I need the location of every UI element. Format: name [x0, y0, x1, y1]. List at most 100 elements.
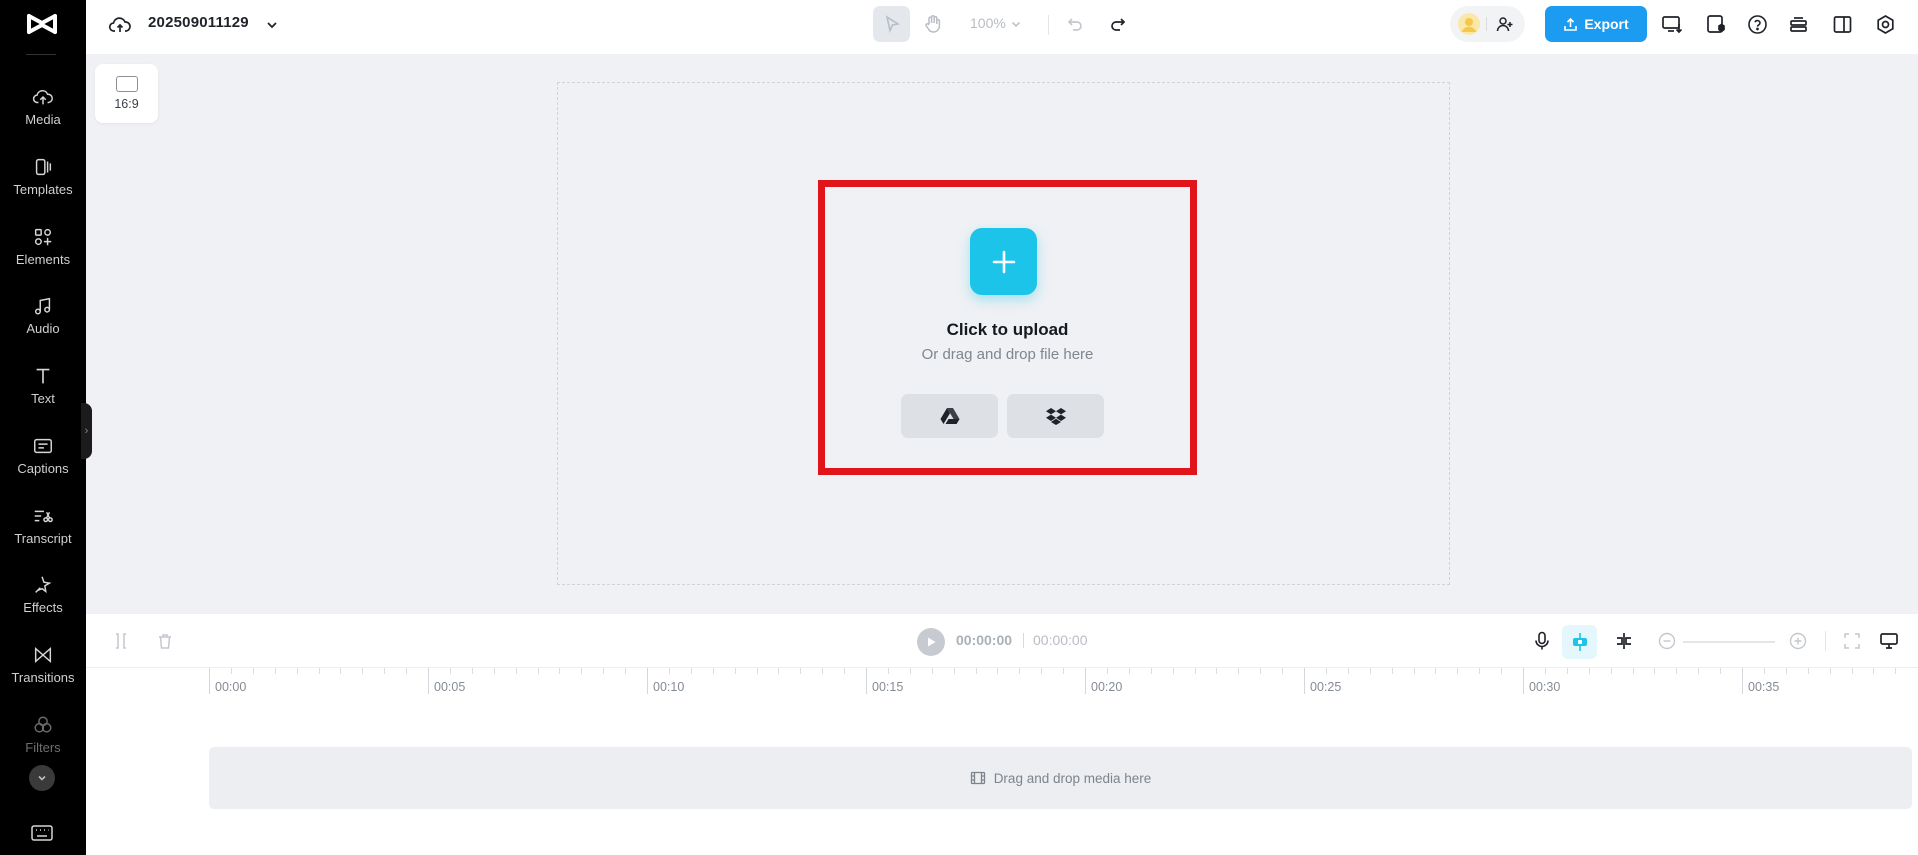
split-screen-button[interactable]: [1612, 629, 1636, 653]
ruler-minor-tick: [1633, 668, 1634, 674]
more-tools-button[interactable]: [29, 765, 55, 791]
sidebar-divider: [26, 54, 56, 55]
cloud-upload-icon: [32, 89, 53, 105]
undo-button[interactable]: [1062, 11, 1088, 37]
sidebar-item-label: Captions: [17, 461, 69, 476]
ruler-minor-tick: [1392, 668, 1393, 674]
aspect-ratio-button[interactable]: 16:9: [95, 64, 158, 123]
select-tool-button[interactable]: [873, 6, 910, 42]
ruler-minor-tick: [1282, 668, 1283, 674]
ruler-minor-tick: [735, 668, 736, 674]
project-name[interactable]: 202509011129: [148, 14, 249, 31]
sidebar-item-transcript[interactable]: Transcript: [0, 505, 86, 565]
sidebar-item-elements[interactable]: Elements: [0, 226, 86, 286]
ruler-minor-tick: [603, 668, 604, 674]
dropbox-button[interactable]: [1007, 394, 1104, 438]
sidebar-item-captions[interactable]: Captions: [0, 435, 86, 495]
help-button[interactable]: [1744, 11, 1770, 37]
hand-tool-button[interactable]: [918, 9, 948, 39]
timeline-zoom-slider[interactable]: [1683, 641, 1775, 643]
ruler-label: 00:05: [434, 680, 466, 694]
ruler-minor-tick: [1808, 668, 1809, 674]
ruler-minor-tick: [581, 668, 582, 674]
delete-button[interactable]: [154, 630, 176, 652]
shield-check-icon: [1707, 15, 1725, 33]
dropbox-icon: [1045, 408, 1066, 425]
ruler-minor-tick: [1654, 668, 1655, 674]
magnet-snap-icon: [1572, 633, 1587, 651]
sidebar-item-audio[interactable]: Audio: [0, 295, 86, 355]
zoom-level[interactable]: 100%: [970, 15, 1006, 31]
collaborators-pill[interactable]: [1450, 6, 1525, 42]
auto-snap-button[interactable]: [1562, 625, 1597, 659]
ruler-minor-tick: [1107, 668, 1108, 674]
ruler-minor-tick: [362, 668, 363, 674]
export-label: Export: [1584, 16, 1629, 32]
ruler-minor-tick: [559, 668, 560, 674]
ruler-minor-tick: [932, 668, 933, 674]
ruler-minor-tick: [1611, 668, 1612, 674]
ruler-minor-tick: [1129, 668, 1130, 674]
music-note-icon: [34, 297, 51, 315]
sidebar-item-effects[interactable]: Effects: [0, 574, 86, 634]
redo-button[interactable]: [1105, 11, 1131, 37]
brand-kit-button[interactable]: [1703, 11, 1729, 37]
upload-button[interactable]: [970, 228, 1037, 295]
upload-title[interactable]: Click to upload: [818, 320, 1197, 340]
sidebar-item-media[interactable]: Media: [0, 86, 86, 146]
cloud-sync-icon: [108, 17, 131, 32]
keyboard-shortcuts-icon[interactable]: [29, 822, 55, 844]
record-voice-button[interactable]: [1530, 629, 1554, 653]
panel-toggle-button[interactable]: [1829, 11, 1855, 37]
cloud-sync-button[interactable]: [108, 13, 132, 37]
export-button[interactable]: Export: [1545, 6, 1647, 42]
ruler-minor-tick: [625, 668, 626, 674]
transcript-icon: [34, 510, 53, 523]
ruler-minor-tick: [450, 668, 451, 674]
settings-button[interactable]: [1872, 11, 1898, 37]
sidebar-item-label: Text: [31, 391, 55, 406]
ruler-minor-tick: [1786, 668, 1787, 674]
timeline-display-button[interactable]: [1878, 630, 1900, 652]
sidebar-collapse-handle[interactable]: ›: [81, 403, 92, 459]
timeline-ruler[interactable]: 00:00 00:05 00:10 00:15 00:20 00:25 00:30 00:35: [86, 668, 1918, 698]
ruler-minor-tick: [669, 668, 670, 674]
gear-icon: [1876, 14, 1894, 34]
capcut-logo-icon[interactable]: [26, 10, 58, 38]
zoom-out-button[interactable]: [1657, 631, 1677, 651]
ruler-minor-tick: [1063, 668, 1064, 674]
zoom-in-button[interactable]: [1788, 631, 1808, 651]
ruler-minor-tick: [1676, 668, 1677, 674]
ruler-minor-tick: [1151, 668, 1152, 674]
sidebar-item-text[interactable]: Text: [0, 365, 86, 425]
sidebar-item-label: Templates: [13, 182, 73, 197]
ruler-major-tick: [866, 668, 867, 694]
trash-icon: [159, 634, 171, 649]
ruler-minor-tick: [538, 668, 539, 674]
ruler-label: 00:10: [653, 680, 685, 694]
undo-icon: [1067, 18, 1082, 31]
media-drop-track[interactable]: Drag and drop media here: [209, 747, 1912, 809]
ruler-minor-tick: [1348, 668, 1349, 674]
ruler-major-tick: [1304, 668, 1305, 694]
present-button[interactable]: [1659, 11, 1685, 37]
ruler-major-tick: [209, 668, 210, 694]
sidebar-item-templates[interactable]: Templates: [0, 156, 86, 216]
fit-timeline-button[interactable]: [1842, 631, 1862, 651]
help-icon: [1747, 14, 1767, 34]
ruler-minor-tick: [1567, 668, 1568, 674]
ruler-minor-tick: [319, 668, 320, 674]
ruler-minor-tick: [1260, 668, 1261, 674]
ruler-minor-tick: [1435, 668, 1436, 674]
project-menu-button[interactable]: [263, 16, 281, 34]
play-icon: [928, 637, 936, 647]
add-user-icon: [1496, 17, 1513, 32]
play-button[interactable]: [917, 628, 945, 656]
ruler-minor-tick: [1501, 668, 1502, 674]
layers-button[interactable]: [1785, 11, 1811, 37]
chevron-down-icon[interactable]: [1010, 18, 1022, 30]
sidebar-item-transitions[interactable]: Transitions: [0, 644, 86, 704]
sidebar-item-label: Media: [25, 112, 61, 127]
split-button[interactable]: [110, 630, 132, 652]
google-drive-button[interactable]: [901, 394, 998, 438]
